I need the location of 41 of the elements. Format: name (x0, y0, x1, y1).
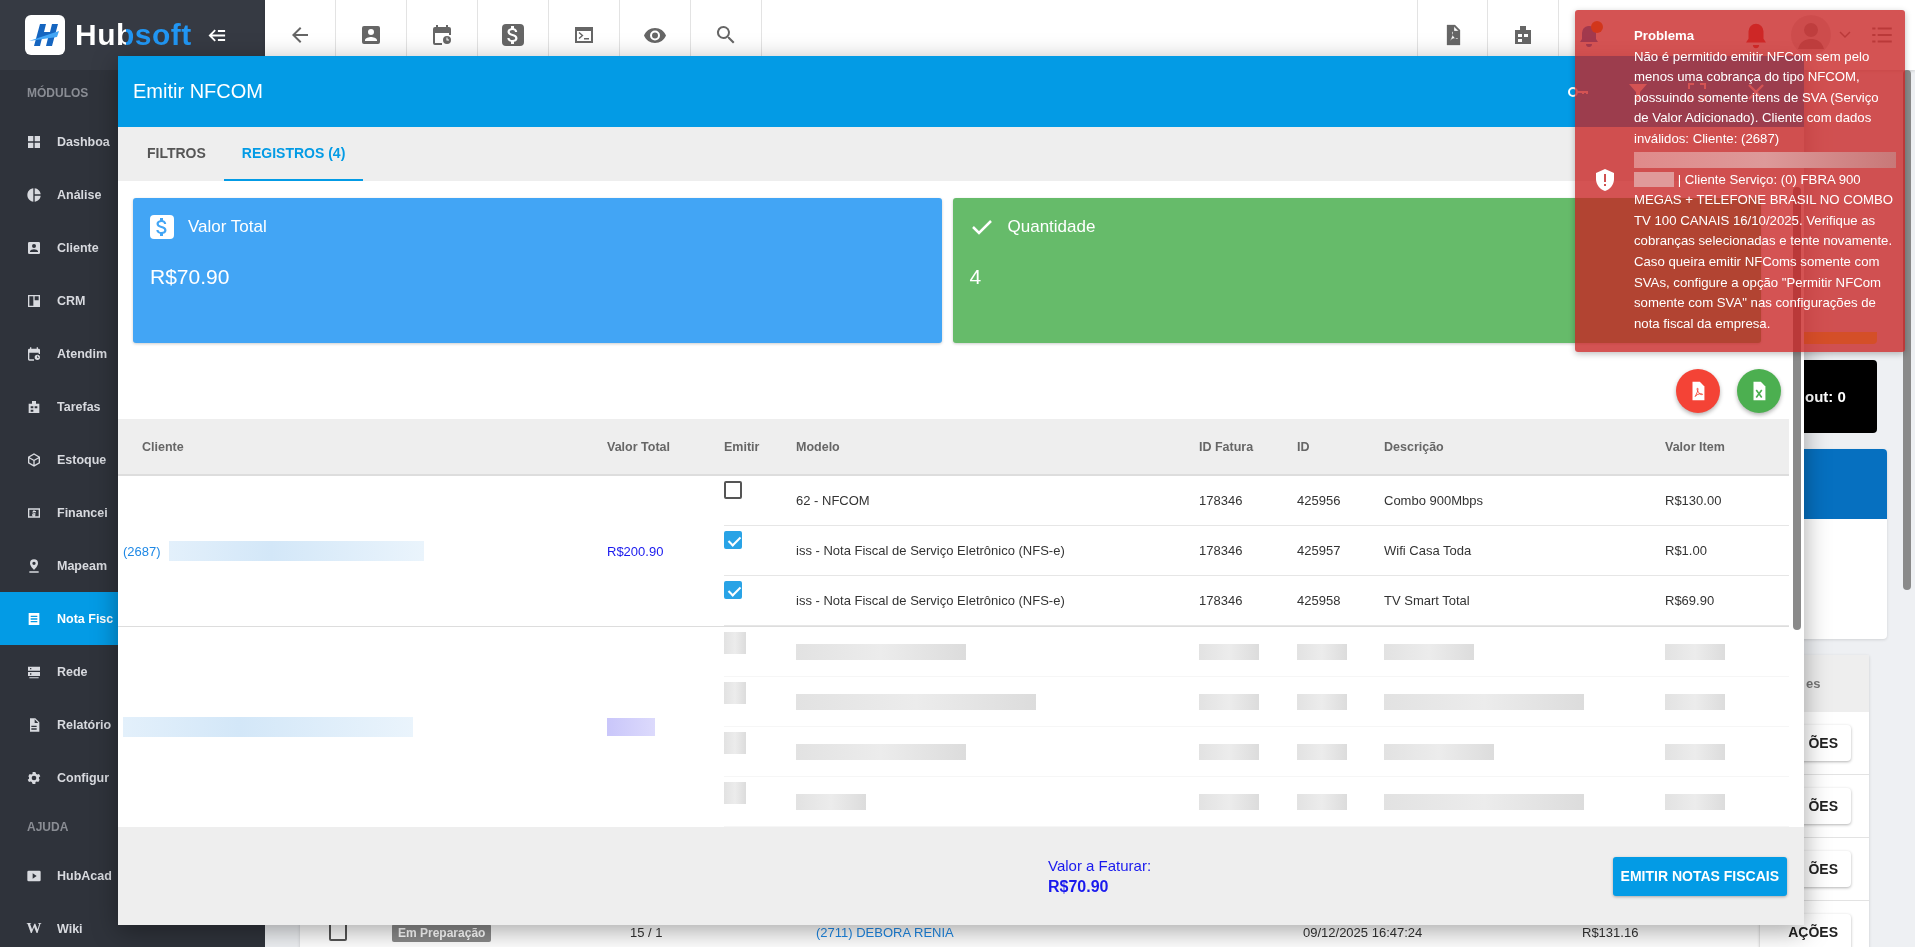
table-cell: R$1.00 (1665, 543, 1707, 558)
column-header: ID (1297, 439, 1311, 454)
total-label: Valor a Faturar: (1048, 856, 1152, 874)
table-cell-text: R$131.16 (1582, 924, 1640, 940)
section-label: MÓDULOS (26, 84, 89, 102)
table-cell: 425956 (1297, 493, 1341, 508)
toast-message: Não é permitido emitir NFCom sem pelo menos uma cobrança do tipo NFCOM, possuindo somente itens de SVA (Serviço de Valor Adicionado). Cliente com dados inválidos: Cliente: (2687) (1634, 47, 1880, 148)
table-cell: 178346 (1199, 493, 1243, 508)
toast-message: | Cliente Serviço: (0) FBRA 900 MEGAS + TELEFONE BRASIL NO COMBO TV 100 CANAIS 16/10/2025. Verifique as cobranças selecionadas e tente novamente. Caso queira emitir NFComs somente com SVAs, configure a opção "Permitir NFCom somente com SVA" nas configurações de nota fiscal da empresa. (1634, 170, 1895, 333)
column-header: Valor Item (1665, 439, 1726, 454)
table-cell: iss - Nota Fiscal de Serviço Eletrônico (NFS-e) (796, 543, 1065, 558)
table-cell: 62 - NFCOM (796, 493, 870, 508)
table-cell: Combo 900Mbps (1384, 493, 1483, 508)
card-title: Valor Total (188, 217, 267, 237)
modal-title: Emitir NFCOM (133, 80, 263, 103)
table-cell-text: 09/12/2025 16:47:24 (1303, 924, 1424, 940)
total-amount: R$70.90 (1048, 877, 1110, 896)
column-header: Emitir (724, 439, 761, 454)
column-header: es (1805, 676, 1822, 691)
card-value: 4 (969, 265, 982, 289)
table-cell: 425958 (1297, 593, 1341, 608)
card-title: Quantidade (1007, 217, 1096, 237)
table-cell: R$130.00 (1665, 493, 1722, 508)
table-cell: Wifi Casa Toda (1384, 543, 1472, 558)
column-header: Descrição (1384, 439, 1445, 454)
table-cell: 178346 (1199, 593, 1243, 608)
table-cell: iss - Nota Fiscal de Serviço Eletrônico (NFS-e) (796, 593, 1065, 608)
section-label: AJUDA (26, 818, 69, 836)
counter-text: out: 0 (1805, 388, 1846, 405)
column-header: Modelo (796, 439, 841, 454)
column-header: ID Fatura (1199, 439, 1255, 454)
column-header: Valor Total (607, 439, 671, 454)
table-cell: TV Smart Total (1384, 593, 1470, 608)
card-value: R$70.90 (150, 265, 230, 289)
toast-title: Problema (1634, 27, 1696, 45)
table-cell: R$69.90 (1665, 593, 1715, 608)
table-cell: R$200.90 (607, 543, 664, 559)
table-cell: 178346 (1199, 543, 1243, 558)
table-cell-text: 15 / 1 (630, 924, 664, 940)
table-cell: 425957 (1297, 543, 1341, 558)
column-header: Cliente (142, 439, 185, 454)
